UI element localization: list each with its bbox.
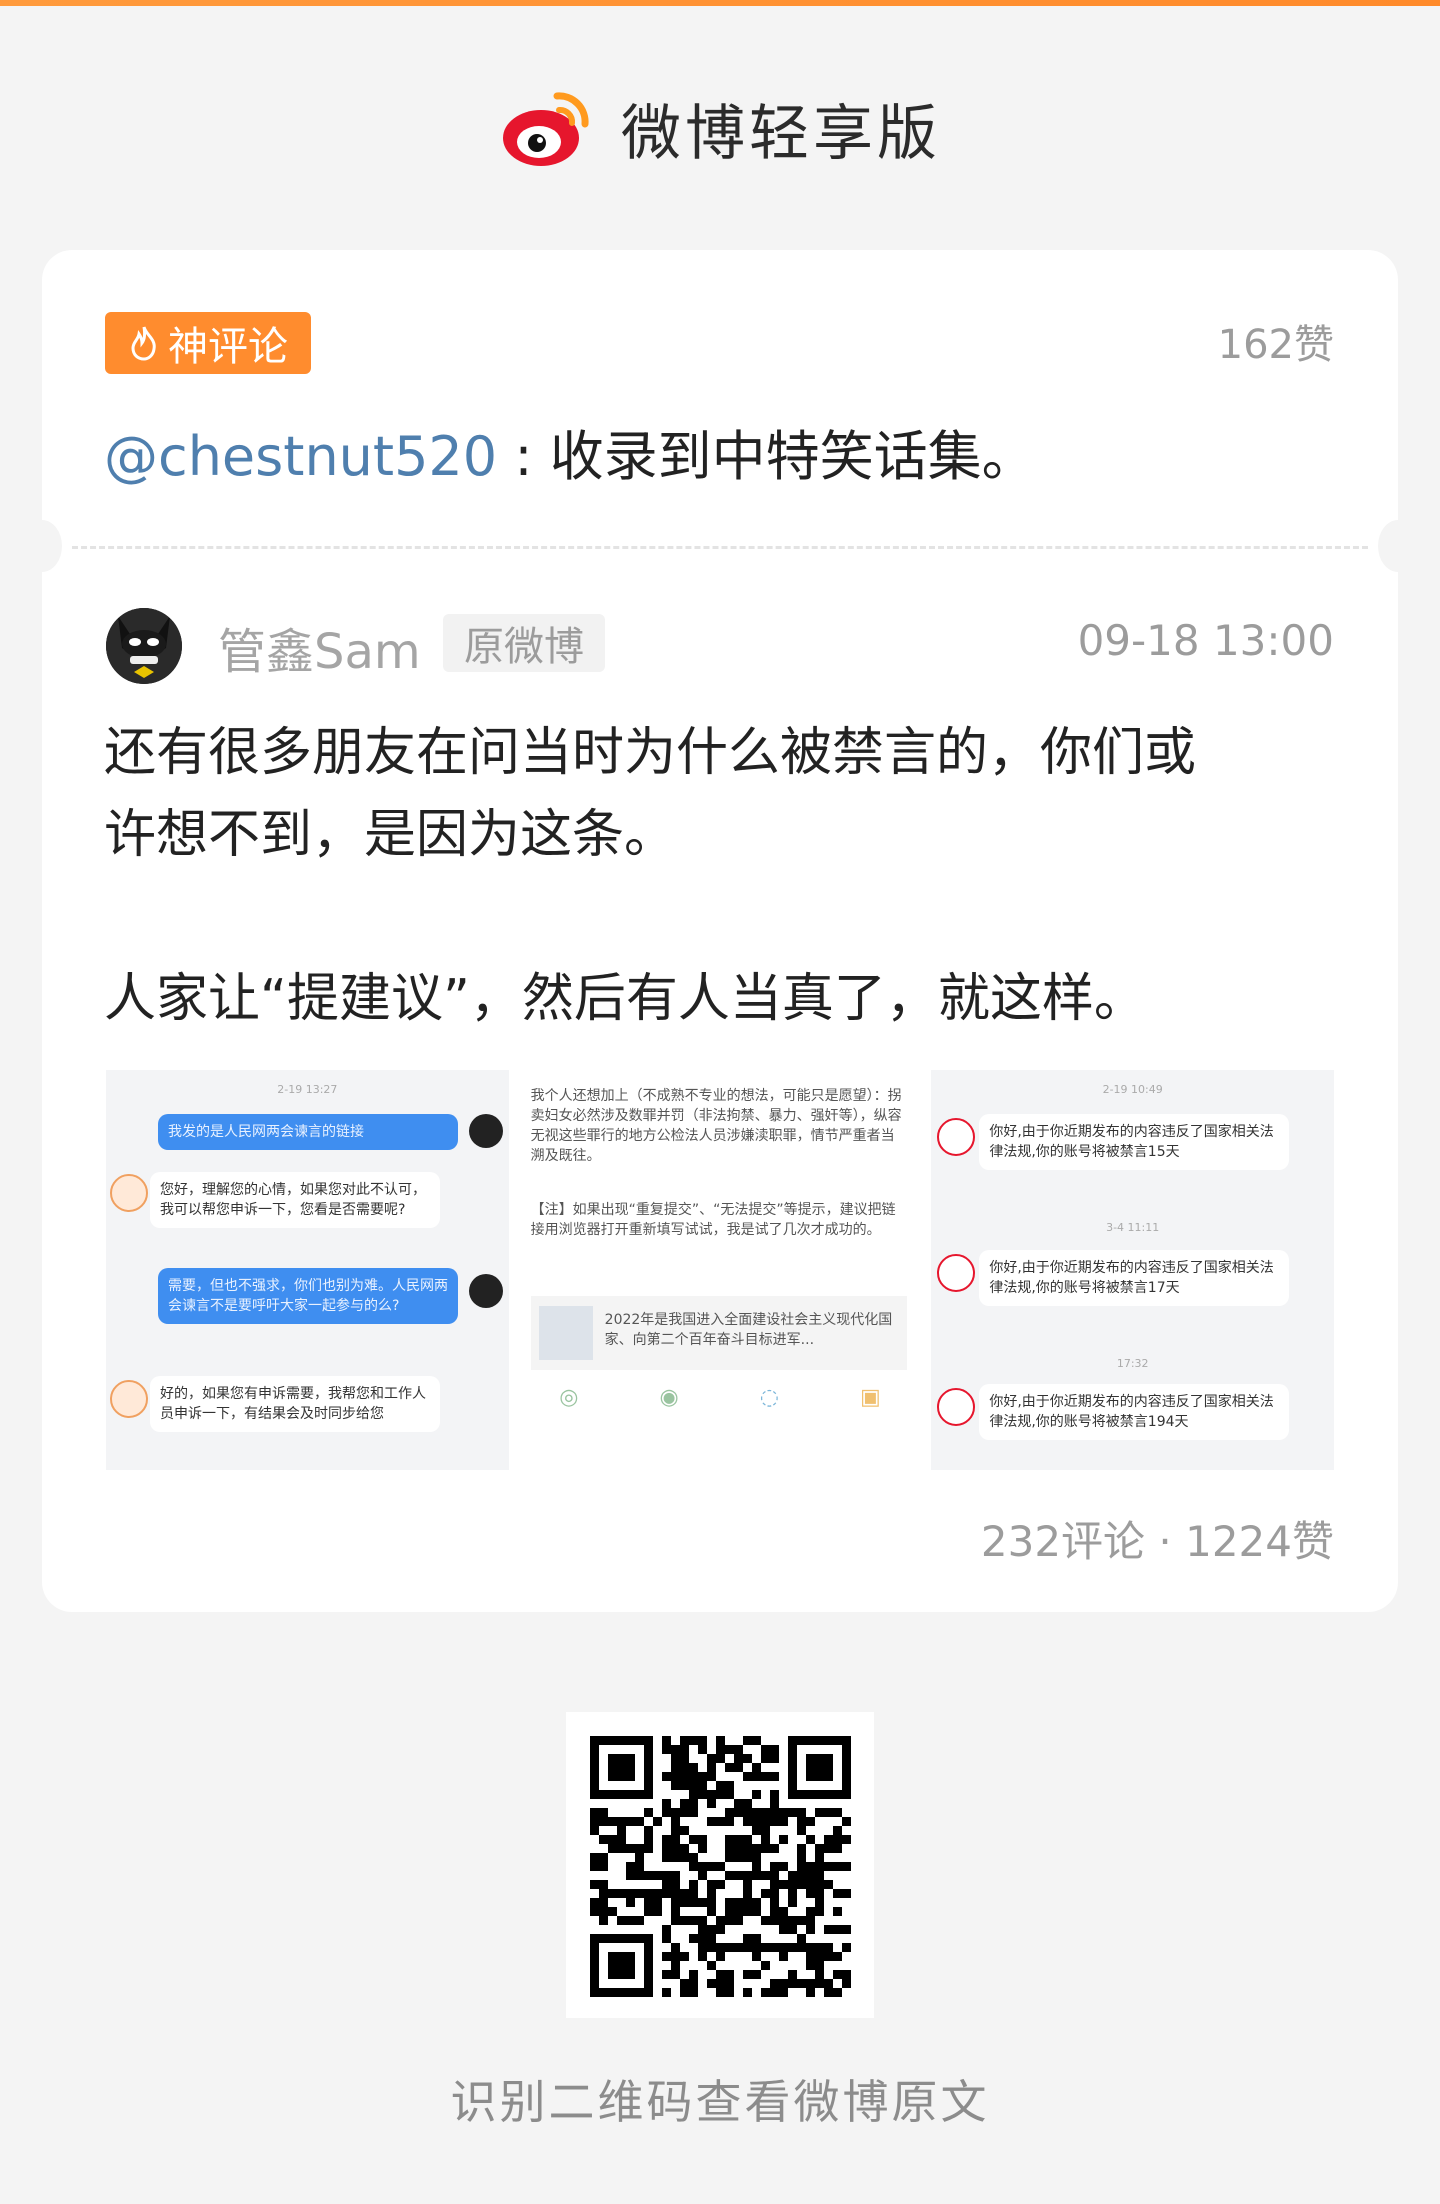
chat-timestamp: 2-19 13:27	[277, 1083, 338, 1096]
notice-timestamp: 3-4 11:11	[1106, 1221, 1160, 1234]
wechat-icon: ◎	[559, 1385, 579, 1410]
notice-timestamp: 17:32	[1116, 1357, 1149, 1370]
post-image-chat[interactable]: 2-19 13:27 我发的是人民网两会谏言的链接 您好，理解您的心情，如果您对…	[106, 1070, 509, 1470]
comment-body: 收录到中特笑话集。	[549, 425, 1036, 488]
hot-comment-card: 神评论 162赞 @chestnut520 : 收录到中特笑话集。	[42, 250, 1398, 546]
ticket-notch-right	[1378, 520, 1418, 572]
post-line: 还有很多朋友在问当时为什么被禁言的，你们或	[104, 723, 1197, 783]
shared-link-card: 2022年是我国进入全面建设社会主义现代化国家、向第二个百年奋斗目标进军...	[530, 1296, 907, 1370]
link-thumbnail	[538, 1306, 593, 1360]
service-avatar-small	[110, 1174, 148, 1212]
link-title: 2022年是我国进入全面建设社会主义现代化国家、向第二个百年奋斗目标进军...	[604, 1312, 893, 1348]
author-name[interactable]: 管鑫Sam	[218, 612, 421, 682]
qr-caption: 识别二维码查看微博原文	[450, 2075, 990, 2129]
qr-code[interactable]	[566, 1712, 874, 2018]
notice-timestamp: 2-19 10:49	[1102, 1083, 1163, 1096]
user-avatar-small	[468, 1274, 503, 1308]
post-image-grid: 2-19 13:27 我发的是人民网两会谏言的链接 您好，理解您的心情，如果您对…	[106, 1070, 1335, 1470]
original-post-badge: 原微博	[443, 614, 605, 672]
comment-username[interactable]: @chestnut520	[104, 425, 497, 488]
ban-notice: 你好,由于你近期发布的内容违反了国家相关法律法规,你的账号将被禁言194天	[979, 1384, 1290, 1440]
qq-icon: ◌	[759, 1385, 779, 1410]
moments-icon: ◉	[659, 1385, 679, 1410]
hot-comment-tag-label: 神评论	[168, 324, 288, 370]
post-image-notices[interactable]: 2-19 10:49 你好,由于你近期发布的内容违反了国家相关法律法规,你的账号…	[931, 1070, 1335, 1470]
post-line: 许想不到，是因为这条。	[104, 805, 677, 865]
author-avatar[interactable]	[106, 608, 182, 684]
chat-bubble-user: 我发的是人民网两会谏言的链接	[158, 1114, 458, 1150]
hot-comment-tag: 神评论	[105, 312, 311, 374]
screenshot-paragraph: 我个人还想加上（不成熟不专业的想法，可能只是愿望）：拐卖妇女必然涉及数罪并罚（非…	[530, 1088, 902, 1164]
weibo-admin-avatar	[937, 1388, 976, 1426]
comment-separator: :	[514, 425, 533, 488]
ban-notice: 你好,由于你近期发布的内容违反了国家相关法律法规,你的账号将被禁言17天	[979, 1250, 1290, 1306]
ticket-notch-left	[22, 520, 62, 572]
chat-bubble-user: 需要，但也不强求，你们也别为难。人民网两会谏言不是要呼吁大家一起参与的么?	[158, 1268, 458, 1324]
ban-notice: 你好,由于你近期发布的内容违反了国家相关法律法规,你的账号将被禁言15天	[979, 1114, 1290, 1170]
brand-title: 微博轻享版	[621, 98, 941, 169]
share-icon-row: ◎ ◉ ◌ ▣	[519, 1385, 922, 1410]
weibo-admin-avatar	[937, 1254, 976, 1292]
post-body: 还有很多朋友在问当时为什么被禁言的，你们或 许想不到，是因为这条。 人家让“提建…	[104, 712, 1364, 1040]
original-post-card: 管鑫Sam 原微博 09-18 13:00 还有很多朋友在问当时为什么被禁言的，…	[22, 520, 1418, 1612]
screenshot-note: 【注】如果出现“重复提交”、“无法提交”等提示，建议把链接用浏览器打开重新填写试…	[530, 1202, 896, 1238]
save-icon: ▣	[860, 1385, 881, 1410]
post-image-text[interactable]: 我个人还想加上（不成熟不专业的想法，可能只是愿望）：拐卖妇女必然涉及数罪并罚（非…	[518, 1070, 922, 1470]
hot-comment-text: @chestnut520 : 收录到中特笑话集。	[104, 412, 1036, 491]
user-avatar-small	[468, 1114, 503, 1148]
flame-icon	[131, 326, 156, 361]
weibo-admin-avatar	[937, 1118, 976, 1156]
comment-like-count[interactable]: 162赞	[1218, 312, 1334, 370]
chat-bubble-service: 好的，如果您有申诉需要，我帮您和工作人员申诉一下，有结果会及时同步给您	[150, 1376, 440, 1432]
top-accent-bar	[0, 0, 1440, 6]
post-line: 人家让“提建议”，然后有人当真了，就这样。	[104, 969, 1146, 1029]
post-stats[interactable]: 232评论 · 1224赞	[981, 1508, 1334, 1569]
post-time: 09-18 13:00	[1077, 616, 1334, 665]
dashed-divider	[72, 546, 1368, 549]
chat-bubble-service: 您好，理解您的心情，如果您对此不认可，我可以帮您申诉一下，您看是否需要呢?	[150, 1172, 440, 1228]
weibo-logo-icon	[503, 92, 589, 166]
brand-header: 微博轻享版	[0, 78, 1440, 178]
service-avatar-small	[110, 1380, 148, 1418]
